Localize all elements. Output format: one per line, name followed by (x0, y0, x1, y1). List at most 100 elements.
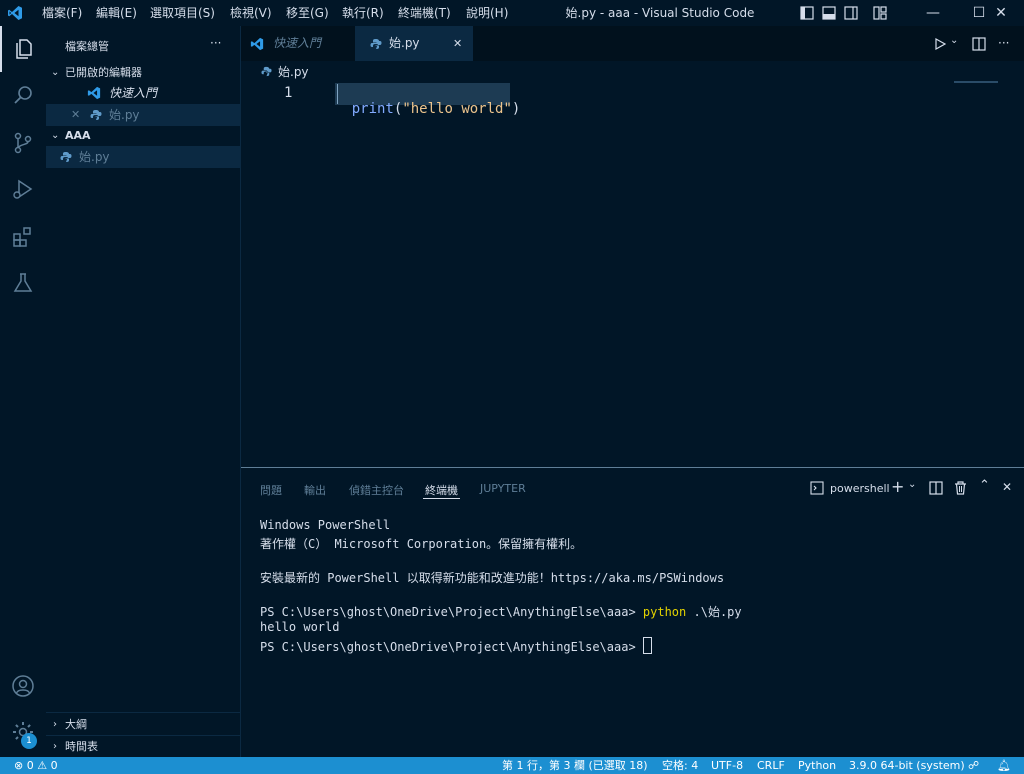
toggle-secondary-sidebar-icon[interactable] (844, 6, 858, 20)
outline-title: 大綱 (65, 718, 87, 731)
line-number: 1 (284, 85, 293, 101)
open-editor-item-welcome[interactable]: 快速入門 (46, 82, 240, 104)
encoding-status[interactable]: UTF-8 (711, 757, 743, 774)
more-actions-button[interactable]: ··· (998, 26, 1009, 61)
terminal-line: 著作權（C） Microsoft Corporation。保留擁有權利。 (260, 537, 583, 551)
tab-terminal[interactable]: 終端機 (425, 482, 458, 498)
tab-jupyter[interactable]: JUPYTER (480, 482, 526, 495)
active-tab-indicator (423, 498, 460, 499)
python-file-icon (261, 66, 272, 77)
activity-bar: 1 (0, 26, 47, 757)
python-file-icon (90, 110, 102, 120)
cursor-position[interactable]: 第 1 行，第 3 欄 (已選取 18) (502, 757, 648, 774)
search-activity[interactable] (0, 72, 46, 118)
file-item[interactable]: 始.py (46, 146, 240, 168)
tab-file[interactable]: 始.py ✕ (356, 26, 473, 61)
text-cursor (337, 84, 338, 104)
run-dropdown-icon[interactable]: ⌄ (950, 35, 958, 46)
terminal-command-arg: .\始.py (686, 605, 742, 619)
new-terminal-icon[interactable]: + (891, 477, 904, 496)
menu-run[interactable]: 執行(R) (342, 0, 384, 26)
notifications-bell-icon[interactable]: 🔔︎ (997, 757, 1011, 774)
error-count: 0 (26, 759, 34, 772)
more-actions-button[interactable]: ··· (210, 36, 221, 50)
chevron-down-icon[interactable]: ⌄ (908, 479, 916, 490)
close-panel-icon[interactable]: ✕ (1002, 480, 1012, 494)
terminal-command: python (642, 605, 687, 619)
eol-status[interactable]: CRLF (757, 757, 785, 774)
indentation-status[interactable]: 空格: 4 (662, 757, 698, 774)
settings-badge: 1 (21, 733, 37, 749)
run-file-icon[interactable] (934, 38, 946, 50)
vscode-logo-icon (8, 6, 22, 20)
open-editors-header[interactable]: ⌄ 已開啟的編輯器 (46, 62, 240, 84)
tab-output[interactable]: 輸出 (304, 482, 326, 498)
close-window-button[interactable]: ✕ (978, 0, 1024, 26)
menu-go[interactable]: 移至(G) (286, 0, 329, 26)
extensions-activity[interactable] (0, 214, 46, 260)
title-bar: 檔案(F) 編輯(E) 選取項目(S) 檢視(V) 移至(G) 執行(R) 終端… (0, 0, 1024, 26)
chevron-right-icon: › (53, 741, 57, 752)
warning-icon: ⚠ (37, 759, 48, 772)
timeline-header[interactable]: › 時間表 (46, 736, 240, 758)
source-control-icon (14, 132, 32, 154)
folder-header[interactable]: ⌄ AAA (46, 125, 240, 147)
trash-icon[interactable] (954, 481, 967, 495)
menu-file[interactable]: 檔案(F) (42, 0, 82, 26)
language-mode[interactable]: Python (798, 757, 836, 774)
tab-welcome[interactable]: 快速入門 (241, 26, 356, 61)
timeline-title: 時間表 (65, 740, 98, 753)
toggle-primary-sidebar-icon[interactable] (800, 6, 814, 20)
shell-name[interactable]: powershell (830, 482, 890, 495)
terminal-prompt-line: PS C:\Users\ghost\OneDrive\Project\Anyth… (260, 637, 652, 654)
explorer-activity[interactable] (0, 26, 46, 72)
toggle-panel-icon[interactable] (822, 6, 836, 20)
testing-activity[interactable] (0, 260, 46, 306)
window-title: 始.py - aaa - Visual Studio Code (565, 6, 755, 20)
folder-title: AAA (65, 129, 91, 142)
code-editor[interactable]: 1 print("hello world") (241, 83, 1024, 467)
open-editor-item-file[interactable]: ✕ 始.py (46, 104, 240, 126)
problems-status[interactable]: ⊗ 0 ⚠ 0 (14, 757, 58, 774)
python-file-icon (60, 152, 72, 162)
maximize-panel-icon[interactable]: ⌃ (979, 478, 990, 493)
source-control-activity[interactable] (0, 120, 46, 166)
customize-layout-icon[interactable] (873, 6, 887, 20)
files-icon (16, 39, 32, 59)
section-divider (46, 712, 240, 713)
manage-activity[interactable]: 1 (0, 709, 46, 755)
breadcrumb-file[interactable]: 始.py (278, 61, 309, 83)
open-editor-label: 快速入門 (109, 86, 158, 100)
menu-terminal[interactable]: 終端機(T) (398, 0, 451, 26)
explorer-sidebar: 檔案總管 ··· ⌄ 已開啟的編輯器 快速入門 ✕ 始.py ⌄ AAA 始.p… (46, 26, 241, 757)
sidebar-title: 檔案總管 (65, 40, 109, 53)
close-editor-icon[interactable]: ✕ (71, 104, 80, 126)
accounts-activity[interactable] (0, 663, 46, 709)
menu-edit[interactable]: 編輯(E) (96, 0, 137, 26)
code-string: "hello world" (402, 101, 512, 117)
run-debug-activity[interactable] (0, 166, 46, 212)
account-icon (12, 675, 34, 697)
code-line-1: print("hello world") (318, 85, 521, 133)
breadcrumb: 始.py (241, 61, 1024, 83)
python-interpreter[interactable]: 3.9.0 64-bit (system) (849, 757, 965, 774)
python-file-icon (370, 39, 382, 49)
outline-header[interactable]: › 大綱 (46, 714, 240, 736)
open-editors-title: 已開啟的編輯器 (65, 66, 142, 79)
close-tab-icon[interactable]: ✕ (453, 26, 462, 61)
minimize-button[interactable]: — (910, 0, 956, 26)
terminal-line: hello world (260, 620, 340, 634)
feedback-icon[interactable]: ☍ (968, 757, 979, 774)
split-terminal-icon[interactable] (929, 481, 943, 495)
status-bar: ⊗ 0 ⚠ 0 第 1 行，第 3 欄 (已選取 18) 空格: 4 UTF-8… (0, 757, 1024, 774)
editor-tabs: 快速入門 始.py ✕ ⌄ ··· (241, 26, 1024, 61)
menu-view[interactable]: 檢視(V) (230, 0, 272, 26)
terminal-line: 安裝最新的 PowerShell 以取得新功能和改進功能！https://aka… (260, 571, 725, 585)
terminal-prompt: PS C:\Users\ghost\OneDrive\Project\Anyth… (260, 605, 643, 619)
tab-debug-console[interactable]: 偵錯主控台 (349, 482, 404, 498)
open-editor-label: 始.py (109, 108, 140, 122)
menu-selection[interactable]: 選取項目(S) (150, 0, 215, 26)
split-editor-icon[interactable] (972, 37, 986, 51)
chevron-down-icon: ⌄ (51, 130, 60, 141)
tab-problems[interactable]: 問題 (260, 482, 282, 498)
